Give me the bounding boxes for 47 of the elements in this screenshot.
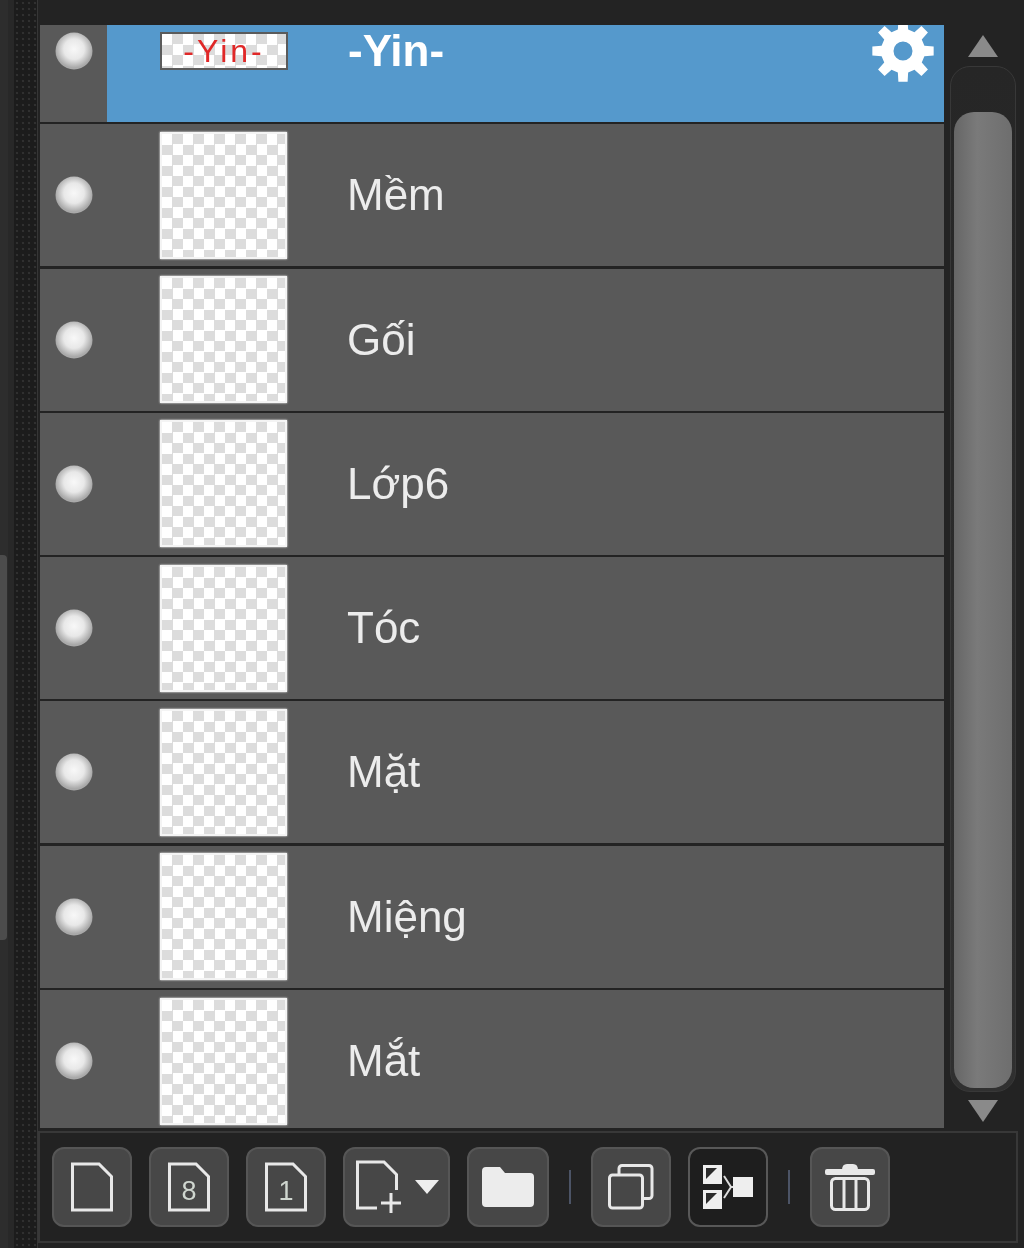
visibility-dot-icon[interactable] [54, 176, 93, 215]
layer-row[interactable]: Miệng [40, 845, 944, 988]
new-layer-type-button[interactable]: 1 [246, 1147, 326, 1227]
layer-name: Mềm [347, 169, 445, 222]
merge-layers-button[interactable] [688, 1147, 768, 1227]
add-layer-menu-button[interactable] [343, 1147, 450, 1227]
scrollbar-thumb[interactable] [954, 112, 1012, 1088]
layer-row[interactable]: Mắt [40, 990, 944, 1128]
scroll-down-arrow-icon[interactable] [968, 1100, 998, 1122]
layer-row[interactable]: -Yin- -Yin- [40, 25, 944, 122]
overlapping-squares-icon [608, 1164, 654, 1210]
side-scrollbar-thumb[interactable] [0, 555, 7, 940]
visibility-dot-icon[interactable] [54, 32, 93, 70]
page-icon [167, 1162, 211, 1212]
layer-name: Gối [347, 313, 416, 366]
layer-name: Mặt [347, 746, 421, 799]
layer-row[interactable]: Mặt [40, 701, 944, 844]
trash-icon [824, 1163, 876, 1211]
scroll-up-arrow-icon[interactable] [968, 35, 998, 57]
duplicate-layer-button[interactable] [591, 1147, 671, 1227]
visibility-dot-icon[interactable] [54, 609, 93, 648]
layer-row[interactable]: Lớp6 [40, 412, 944, 555]
caret-icon [414, 1180, 439, 1194]
gear-icon[interactable] [871, 25, 935, 83]
layer-name: Mắt [347, 1035, 421, 1088]
page-icon [264, 1162, 308, 1212]
layer-name: Tóc [347, 602, 421, 655]
resize-grip[interactable] [14, 0, 38, 1248]
visibility-dot-icon[interactable] [54, 753, 93, 792]
visibility-dot-icon[interactable] [54, 464, 93, 503]
new-layer-type-button[interactable]: 8 [149, 1147, 229, 1227]
layer-row[interactable]: Gối [40, 268, 944, 411]
layer-row[interactable]: Tóc [40, 557, 944, 700]
layer-name: -Yin- [348, 25, 445, 77]
thumbnail-text: -Yin- [183, 34, 265, 68]
layer-name: Miệng [347, 890, 467, 943]
visibility-dot-icon[interactable] [54, 1042, 93, 1081]
layer-name: Lớp6 [347, 457, 450, 510]
layer-row[interactable]: Mềm [40, 124, 944, 267]
new-layer-button[interactable] [52, 1147, 132, 1227]
folder-icon [482, 1167, 534, 1207]
page-icon [70, 1162, 114, 1212]
visibility-dot-icon[interactable] [54, 897, 93, 936]
new-folder-button[interactable] [467, 1147, 549, 1227]
delete-layer-button[interactable] [810, 1147, 890, 1227]
merge-squares-icon [702, 1164, 754, 1210]
visibility-dot-icon[interactable] [54, 320, 93, 359]
